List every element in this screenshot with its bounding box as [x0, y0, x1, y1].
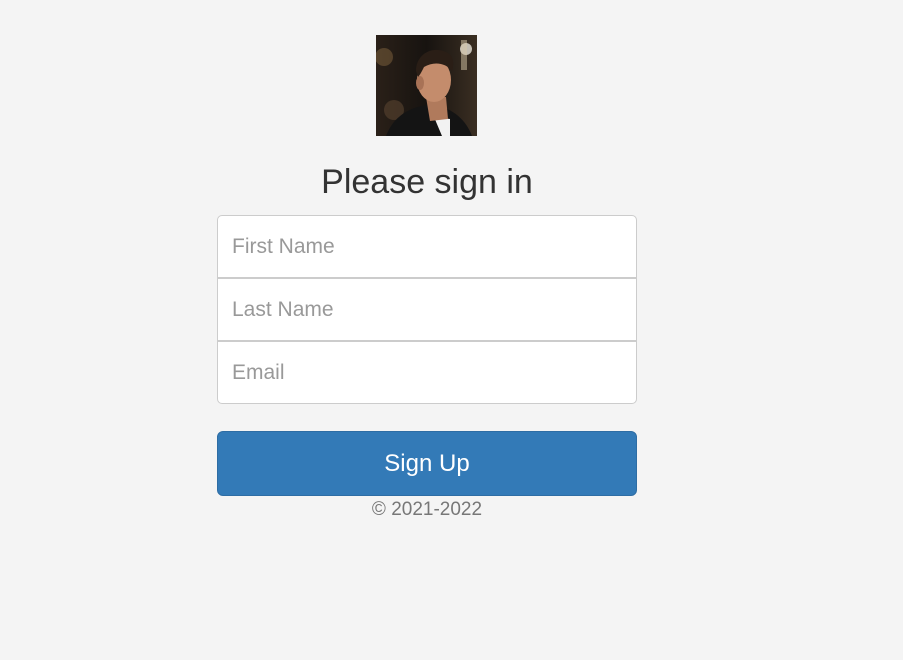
profile-photo	[376, 35, 477, 136]
sign-up-button[interactable]: Sign Up	[217, 431, 637, 496]
signin-page: Please sign in Sign Up © 2021-2022	[0, 0, 903, 660]
last-name-field[interactable]	[217, 278, 637, 341]
email-field[interactable]	[217, 341, 637, 404]
copyright-text: © 2021-2022	[371, 499, 483, 520]
page-title: Please sign in	[321, 163, 533, 201]
first-name-field[interactable]	[217, 215, 637, 278]
